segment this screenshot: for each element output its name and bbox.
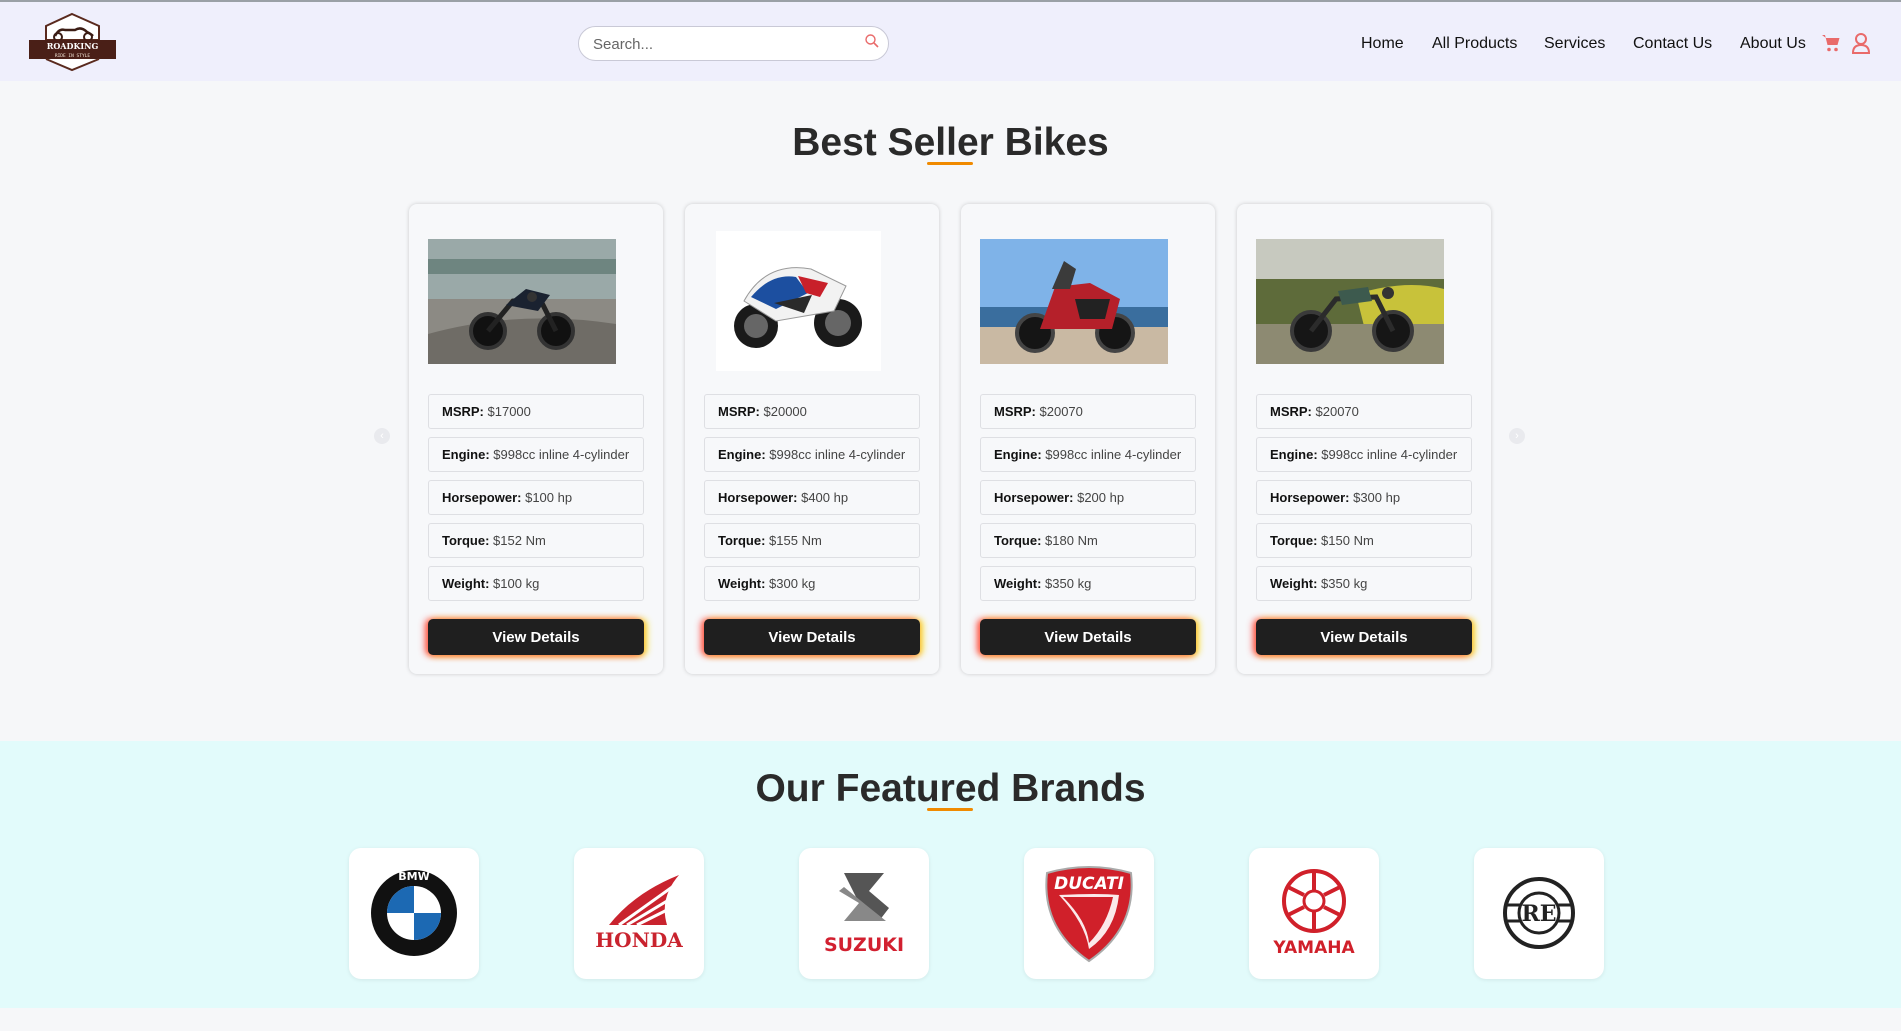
spec-weight: Weight: $300 kg bbox=[704, 566, 920, 601]
brand-bmw[interactable]: BMW bbox=[349, 848, 479, 979]
bike-image bbox=[980, 239, 1168, 364]
nav-services[interactable]: Services bbox=[1544, 35, 1605, 53]
nav-home[interactable]: Home bbox=[1361, 35, 1404, 53]
main-nav: Home All Products Services Contact Us Ab… bbox=[0, 35, 1901, 55]
svg-text:YAMAHA: YAMAHA bbox=[1272, 938, 1355, 958]
user-icon[interactable] bbox=[1851, 32, 1871, 54]
svg-text:DUCATI: DUCATI bbox=[1054, 874, 1124, 894]
svg-text:SUZUKI: SUZUKI bbox=[824, 934, 904, 956]
spec-horsepower: Horsepower: $200 hp bbox=[980, 480, 1196, 515]
best-sellers-title: Best Seller Bikes bbox=[792, 121, 1109, 164]
nav-all-products[interactable]: All Products bbox=[1432, 35, 1517, 53]
bmw-logo-icon: BMW bbox=[371, 870, 457, 956]
brand-ducati[interactable]: DUCATI bbox=[1024, 848, 1154, 979]
honda-wing-icon: HONDA bbox=[595, 875, 683, 952]
svg-text:HONDA: HONDA bbox=[595, 928, 683, 952]
svg-text:RE: RE bbox=[1521, 901, 1556, 927]
title-underline bbox=[927, 808, 973, 811]
brand-honda[interactable]: HONDA bbox=[574, 848, 704, 979]
carousel-prev-icon[interactable]: ‹ bbox=[374, 428, 390, 444]
spec-msrp: MSRP: $20000 bbox=[704, 394, 920, 429]
spec-torque: Torque: $150 Nm bbox=[1256, 523, 1472, 558]
spec-engine: Engine: $998cc inline 4-cylinder bbox=[704, 437, 920, 472]
spec-horsepower: Horsepower: $300 hp bbox=[1256, 480, 1472, 515]
view-details-button[interactable]: View Details bbox=[980, 619, 1196, 655]
view-details-button[interactable]: View Details bbox=[704, 619, 920, 655]
nav-contact-us[interactable]: Contact Us bbox=[1633, 35, 1712, 53]
spec-torque: Torque: $180 Nm bbox=[980, 523, 1196, 558]
spec-msrp: MSRP: $20070 bbox=[980, 394, 1196, 429]
carousel-next-icon[interactable]: › bbox=[1509, 428, 1525, 444]
spec-torque: Torque: $155 Nm bbox=[704, 523, 920, 558]
royal-enfield-icon: RE bbox=[1503, 877, 1575, 949]
spec-engine: Engine: $998cc inline 4-cylinder bbox=[428, 437, 644, 472]
spec-weight: Weight: $100 kg bbox=[428, 566, 644, 601]
brand-yamaha[interactable]: YAMAHA bbox=[1249, 848, 1379, 979]
ducati-shield-icon: DUCATI bbox=[1045, 866, 1133, 963]
spec-torque: Torque: $152 Nm bbox=[428, 523, 644, 558]
spec-weight: Weight: $350 kg bbox=[980, 566, 1196, 601]
spec-weight: Weight: $350 kg bbox=[1256, 566, 1472, 601]
svg-text:BMW: BMW bbox=[398, 870, 429, 883]
brand-royal-enfield[interactable]: RE bbox=[1474, 848, 1604, 979]
featured-brands-title: Our Featured Brands bbox=[755, 767, 1146, 810]
bike-card: MSRP: $20070 Engine: $998cc inline 4-cyl… bbox=[1237, 204, 1491, 674]
spec-horsepower: Horsepower: $400 hp bbox=[704, 480, 920, 515]
bike-image bbox=[716, 231, 881, 371]
title-underline bbox=[927, 162, 973, 165]
site-header: ROADKING RIDE IN STYLE Home All Products… bbox=[0, 2, 1901, 81]
brand-suzuki[interactable]: SUZUKI bbox=[799, 848, 929, 979]
spec-engine: Engine: $998cc inline 4-cylinder bbox=[980, 437, 1196, 472]
nav-about-us[interactable]: About Us bbox=[1740, 35, 1806, 53]
suzuki-s-icon: SUZUKI bbox=[824, 873, 904, 956]
view-details-button[interactable]: View Details bbox=[1256, 619, 1472, 655]
spec-msrp: MSRP: $20070 bbox=[1256, 394, 1472, 429]
spec-engine: Engine: $998cc inline 4-cylinder bbox=[1256, 437, 1472, 472]
bike-card: MSRP: $20000 Engine: $998cc inline 4-cyl… bbox=[685, 204, 939, 674]
yamaha-tuning-fork-icon: YAMAHA bbox=[1272, 869, 1355, 958]
bike-card: MSRP: $20070 Engine: $998cc inline 4-cyl… bbox=[961, 204, 1215, 674]
bike-image bbox=[1256, 239, 1444, 364]
spec-horsepower: Horsepower: $100 hp bbox=[428, 480, 644, 515]
view-details-button[interactable]: View Details bbox=[428, 619, 644, 655]
spec-msrp: MSRP: $17000 bbox=[428, 394, 644, 429]
bike-image bbox=[428, 239, 616, 364]
cart-icon[interactable] bbox=[1821, 33, 1841, 53]
bike-card: MSRP: $17000 Engine: $998cc inline 4-cyl… bbox=[409, 204, 663, 674]
